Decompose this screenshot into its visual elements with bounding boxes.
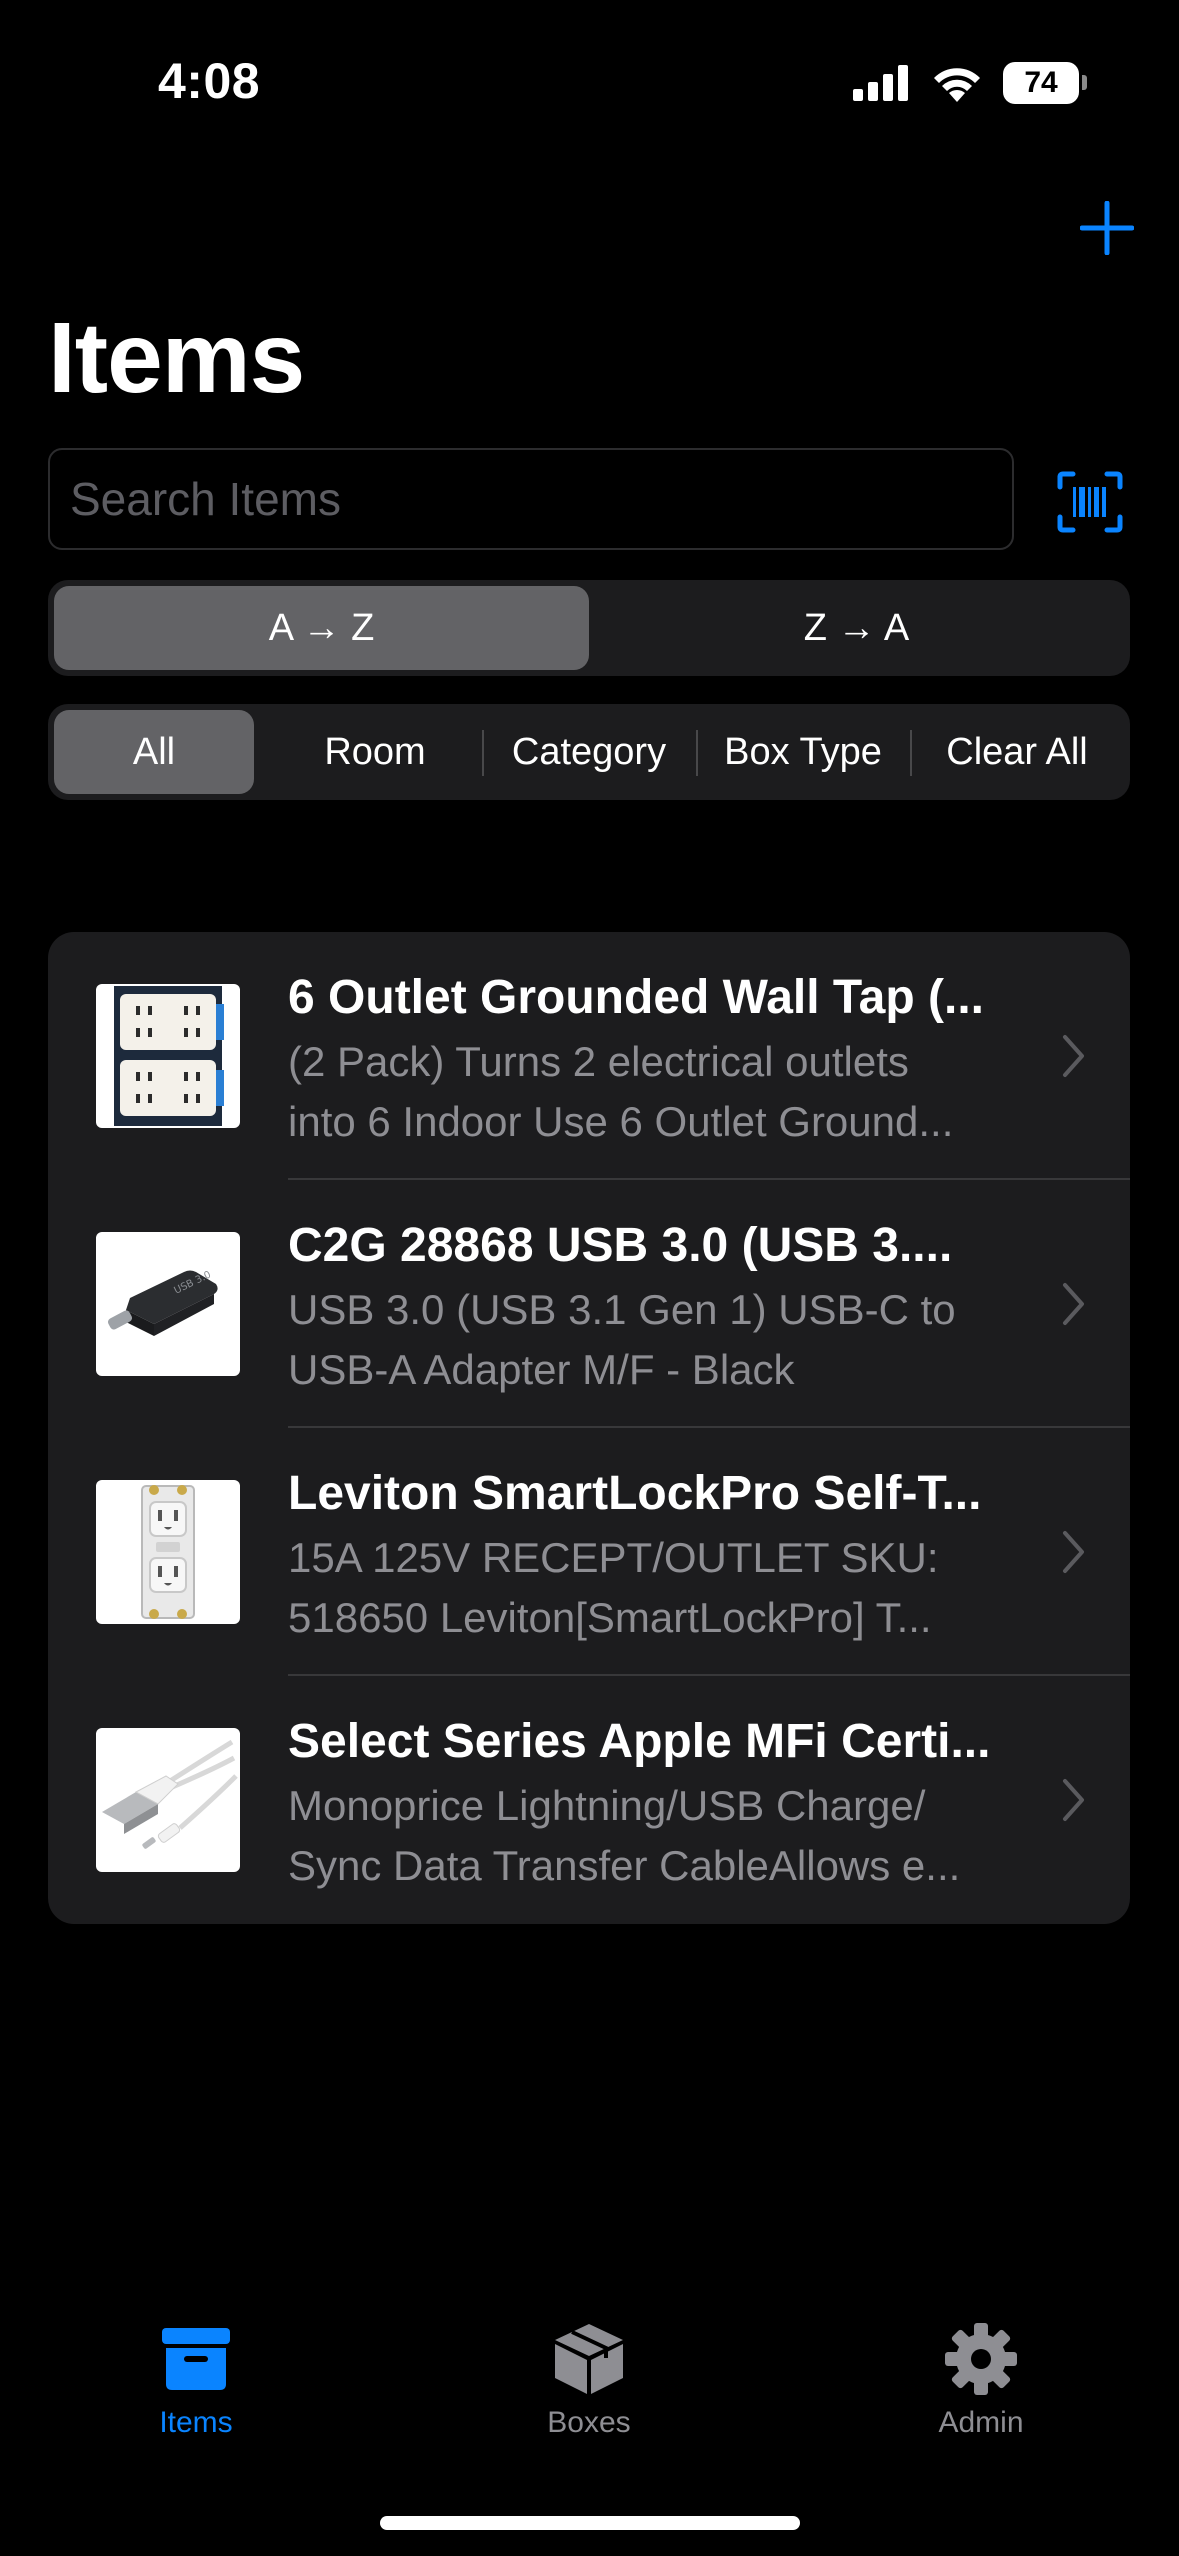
battery-level: 74 (1024, 66, 1058, 99)
tab-admin[interactable]: Admin (881, 2318, 1081, 2440)
filter-box-type[interactable]: Box Type (696, 710, 910, 794)
item-title: Select Series Apple MFi Certi... (288, 1715, 991, 1768)
cellular-signal-icon (853, 65, 908, 101)
lightning-cable-thumbnail (96, 1728, 240, 1872)
item-description: 15A 125V RECEPT/OUTLET SKU: 518650 Levit… (288, 1528, 1073, 1648)
tab-label: Items (159, 2406, 233, 2439)
sort-segmented-control: A → Z Z → A (48, 580, 1130, 676)
usb-adapter-thumbnail: USB 3.0 (96, 1232, 240, 1376)
item-description-line: USB-A Adapter M/F - Black (288, 1346, 795, 1393)
page-title: Items (48, 302, 305, 414)
filter-all[interactable]: All (54, 710, 254, 794)
tab-boxes[interactable]: Boxes (489, 2318, 689, 2440)
list-item[interactable]: Select Series Apple MFi Certi... Monopri… (48, 1676, 1130, 1924)
sort-option-z-a[interactable]: Z → A (589, 586, 1124, 670)
barcode-scan-button[interactable] (1054, 466, 1126, 538)
gear-icon (940, 2318, 1022, 2400)
item-description: (2 Pack) Turns 2 electrical outlets into… (288, 1032, 1073, 1152)
wall-tap-thumbnail (96, 984, 240, 1128)
item-description: USB 3.0 (USB 3.1 Gen 1) USB-C to USB-A A… (288, 1280, 1073, 1400)
home-indicator[interactable] (380, 2516, 800, 2530)
status-time: 4:08 (158, 53, 261, 109)
chevron-right-icon (1063, 1035, 1084, 1077)
tab-label: Admin (938, 2406, 1024, 2439)
item-title: C2G 28868 USB 3.0 (USB 3.... (288, 1219, 953, 1272)
item-description-line: Monoprice Lightning/USB Charge/ (288, 1782, 926, 1829)
chevron-right-icon (1063, 1283, 1084, 1325)
wifi-icon (934, 68, 980, 102)
item-description-line: 15A 125V RECEPT/OUTLET SKU: (288, 1534, 939, 1581)
item-title: Leviton SmartLockPro Self-T... (288, 1467, 982, 1520)
filter-clear-all[interactable]: Clear All (910, 710, 1124, 794)
status-icons: 74 (853, 62, 1087, 104)
filter-segmented-control: All Room Category Box Type Clear All (48, 704, 1130, 800)
sort-option-a-z[interactable]: A → Z (54, 586, 589, 670)
list-item[interactable]: Leviton SmartLockPro Self-T... 15A 125V … (48, 1428, 1130, 1676)
battery-indicator: 74 (1003, 62, 1087, 104)
chevron-right-icon (1063, 1779, 1084, 1821)
barcode-scan-icon (1057, 471, 1123, 533)
add-item-button[interactable] (1075, 196, 1139, 260)
item-description-line: into 6 Indoor Use 6 Outlet Ground... (288, 1098, 954, 1145)
archive-box-icon (155, 2318, 237, 2400)
item-description-line: (2 Pack) Turns 2 electrical outlets (288, 1038, 909, 1085)
item-list: 6 Outlet Grounded Wall Tap (... (2 Pack)… (48, 932, 1130, 1924)
item-description-line: USB 3.0 (USB 3.1 Gen 1) USB-C to (288, 1286, 956, 1333)
filter-category[interactable]: Category (482, 710, 696, 794)
item-description: Monoprice Lightning/USB Charge/ Sync Dat… (288, 1776, 1073, 1896)
tab-label: Boxes (547, 2406, 631, 2439)
item-title: 6 Outlet Grounded Wall Tap (... (288, 971, 984, 1024)
search-input[interactable] (48, 448, 1014, 550)
tab-items[interactable]: Items (96, 2318, 296, 2440)
list-item[interactable]: USB 3.0 C2G 28868 USB 3.0 (USB 3.... USB… (48, 1180, 1130, 1428)
item-description-line: 518650 Leviton[SmartLockPro] T... (288, 1594, 932, 1641)
outlet-thumbnail (96, 1480, 240, 1624)
list-item[interactable]: 6 Outlet Grounded Wall Tap (... (2 Pack)… (48, 932, 1130, 1180)
chevron-right-icon (1063, 1531, 1084, 1573)
cube-box-icon (548, 2318, 630, 2400)
item-description-line: Sync Data Transfer CableAllows e... (288, 1842, 961, 1889)
plus-icon (1080, 201, 1134, 255)
filter-room[interactable]: Room (268, 710, 482, 794)
